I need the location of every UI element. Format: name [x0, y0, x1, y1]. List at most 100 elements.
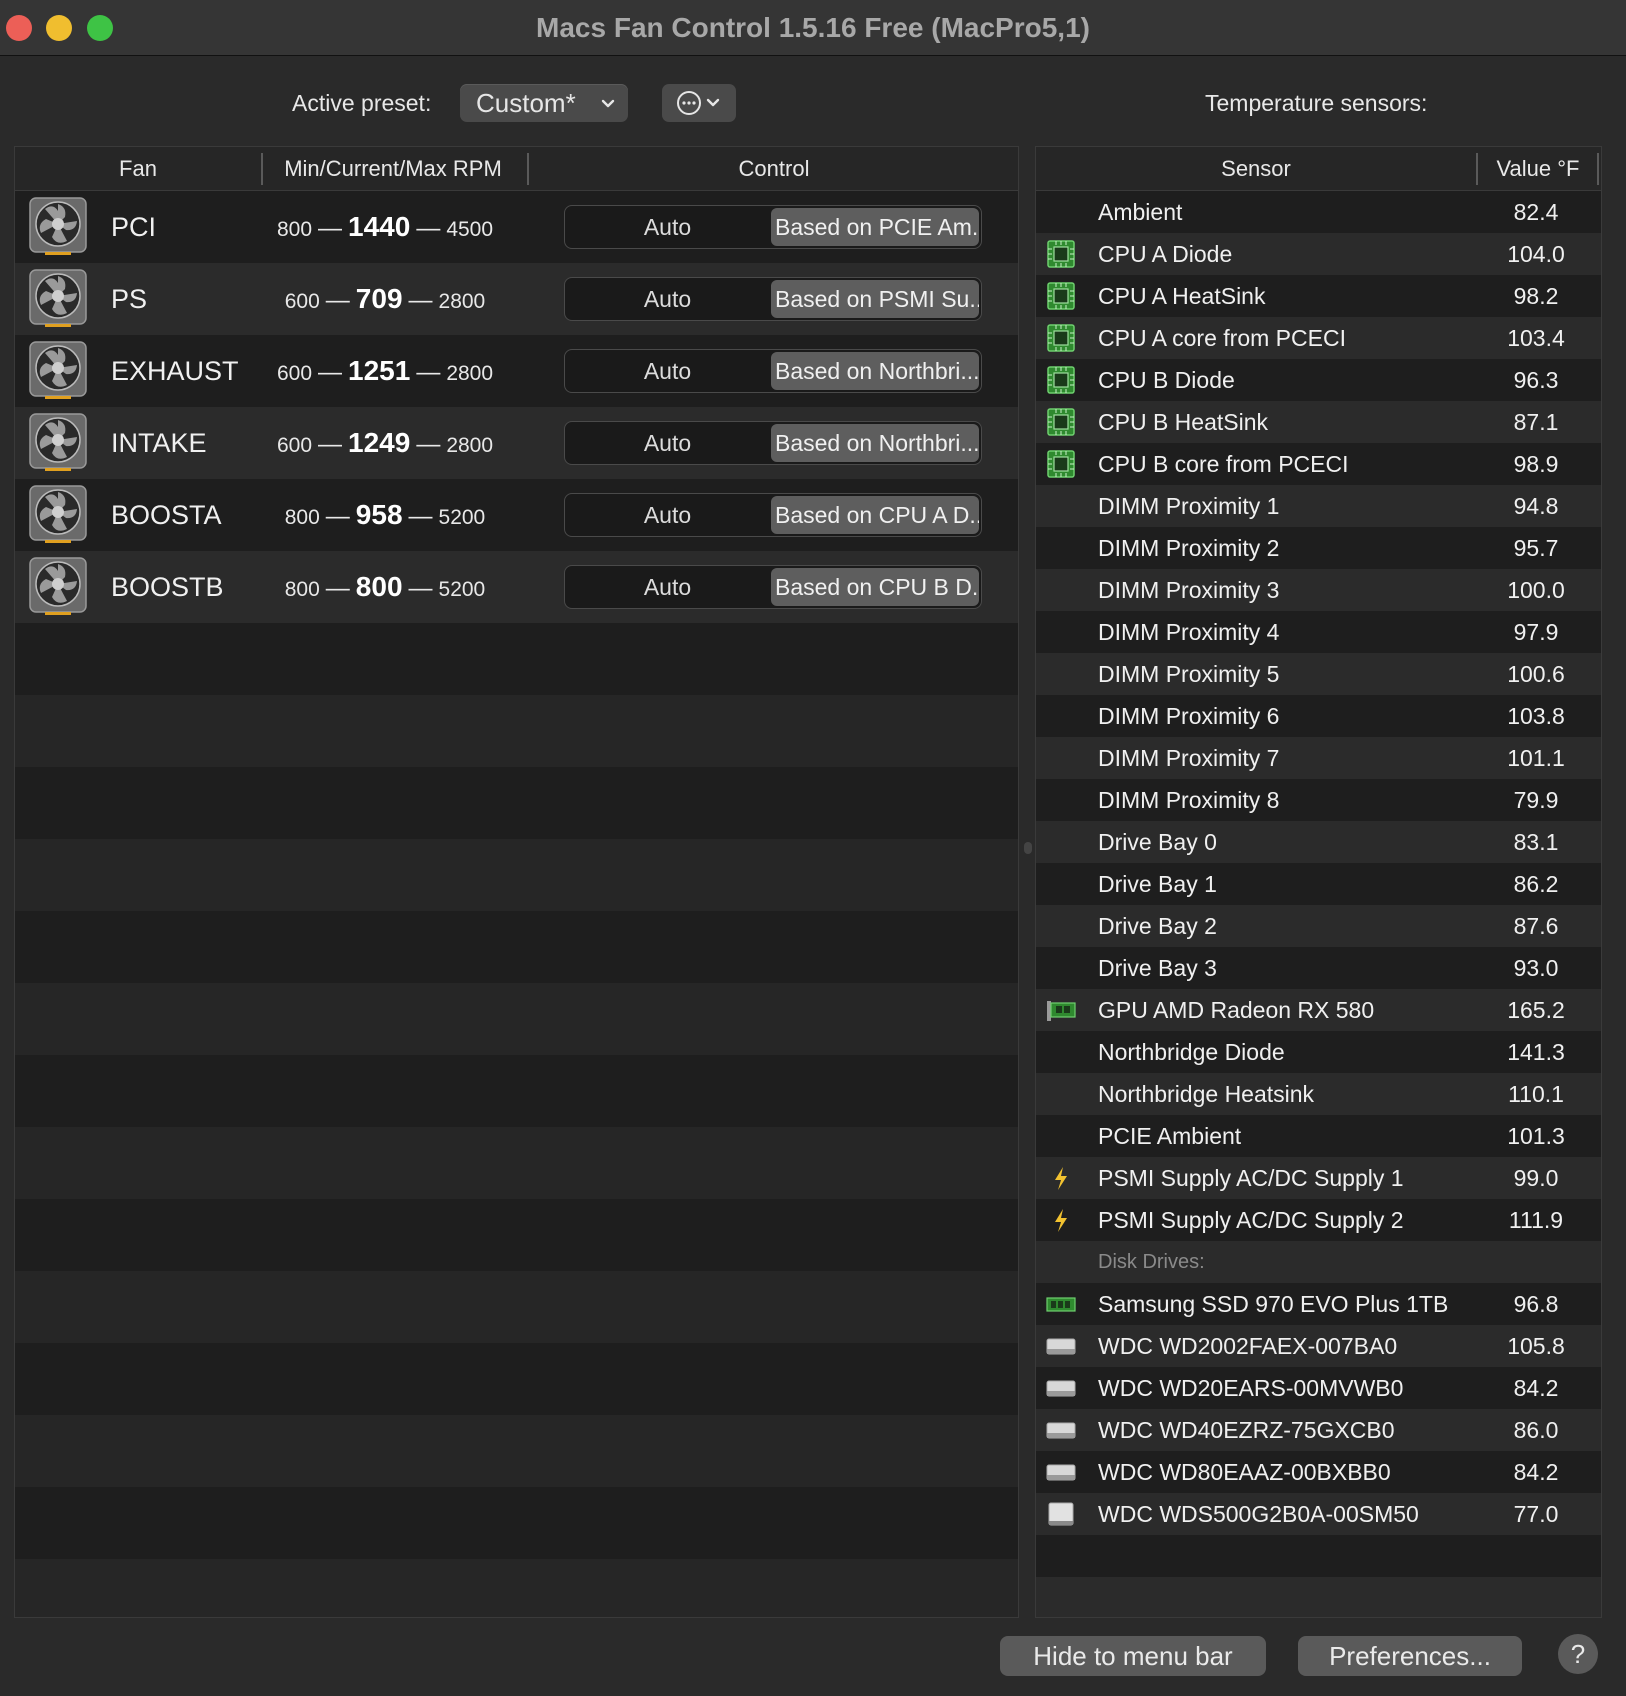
- empty-table-row: [1036, 1577, 1601, 1617]
- sensor-row[interactable]: Northbridge Diode 141.3: [1036, 1031, 1601, 1073]
- title-bar[interactable]: Macs Fan Control 1.5.16 Free (MacPro5,1): [0, 0, 1626, 56]
- sensor-table: Sensor Value °F Ambient 82.4 CPU A Diode 10…: [1035, 146, 1602, 1618]
- sensor-row[interactable]: WDC WD20EARS-00MVWB0 84.2: [1036, 1367, 1601, 1409]
- sensor-row[interactable]: PCIE Ambient 101.3: [1036, 1115, 1601, 1157]
- column-header-sensor[interactable]: Sensor: [1036, 147, 1476, 191]
- fan-name: EXHAUST: [111, 356, 239, 386]
- sensor-row[interactable]: CPU B Diode 96.3: [1036, 359, 1601, 401]
- hide-to-menu-bar-button[interactable]: Hide to menu bar: [1000, 1636, 1266, 1676]
- empty-table-row: [15, 1415, 1018, 1487]
- sensor-row[interactable]: GPU AMD Radeon RX 580 165.2: [1036, 989, 1601, 1031]
- split-view-handle[interactable]: [1024, 842, 1032, 854]
- rpm-separator: —: [325, 287, 350, 314]
- sensor-name: WDC WD40EZRZ-75GXCB0: [1098, 1417, 1395, 1443]
- sensor-name: Drive Bay 0: [1098, 829, 1217, 855]
- sensor-row[interactable]: WDC WDS500G2B0A-00SM50 77.0: [1036, 1493, 1601, 1535]
- empty-table-row: [15, 1055, 1018, 1127]
- custom-mode-button[interactable]: Based on PSMI Su...: [771, 280, 979, 318]
- column-header-value[interactable]: Value °F: [1478, 147, 1598, 191]
- sensor-row[interactable]: CPU B core from PCECI 98.9: [1036, 443, 1601, 485]
- hdd-icon: [1046, 1457, 1076, 1487]
- preset-actions-button[interactable]: [662, 84, 736, 122]
- fan-row[interactable]: BOOSTA 800—958—5200 Auto Based on CPU A D..…: [15, 479, 1018, 551]
- custom-mode-button[interactable]: Based on CPU A D...: [771, 496, 979, 534]
- empty-table-row: [15, 695, 1018, 767]
- sensor-row[interactable]: DIMM Proximity 6 103.8: [1036, 695, 1601, 737]
- fan-row[interactable]: INTAKE 600—1249—2800 Auto Based on Northbri…: [15, 407, 1018, 479]
- sensor-row[interactable]: PSMI Supply AC/DC Supply 1 99.0: [1036, 1157, 1601, 1199]
- preferences-button[interactable]: Preferences...: [1298, 1636, 1522, 1676]
- sensor-row[interactable]: DIMM Proximity 1 94.8: [1036, 485, 1601, 527]
- sensor-row[interactable]: DIMM Proximity 3 100.0: [1036, 569, 1601, 611]
- empty-table-row: [15, 1127, 1018, 1199]
- column-divider[interactable]: [1597, 153, 1599, 185]
- sensor-name: DIMM Proximity 4: [1098, 619, 1280, 645]
- column-header-rpm[interactable]: Min/Current/Max RPM: [263, 147, 523, 191]
- sensor-value: 111.9: [1508, 1207, 1564, 1233]
- rpm-separator: —: [318, 431, 343, 458]
- sensor-value: 96.8: [1513, 1291, 1559, 1317]
- sensor-name: Ambient: [1098, 199, 1183, 225]
- custom-mode-button[interactable]: Based on CPU B D...: [771, 568, 979, 606]
- fan-row[interactable]: EXHAUST 600—1251—2800 Auto Based on Northbr…: [15, 335, 1018, 407]
- auto-button[interactable]: Auto: [565, 278, 770, 320]
- sensor-name: WDC WD2002FAEX-007BA0: [1098, 1333, 1398, 1359]
- custom-mode-button[interactable]: Based on Northbri...: [771, 352, 979, 390]
- sensor-row[interactable]: Drive Bay 1 86.2: [1036, 863, 1601, 905]
- sensor-row[interactable]: DIMM Proximity 7 101.1: [1036, 737, 1601, 779]
- rpm-readout: 800—800—5200: [255, 551, 515, 623]
- sensor-name: DIMM Proximity 8: [1098, 787, 1280, 813]
- sensor-row[interactable]: CPU A Diode 104.0: [1036, 233, 1601, 275]
- fan-control-segmented: Auto Based on PSMI Su...: [564, 277, 982, 321]
- auto-button[interactable]: Auto: [565, 422, 770, 464]
- sensor-row[interactable]: Samsung SSD 970 EVO Plus 1TB 96.8: [1036, 1283, 1601, 1325]
- sensor-row[interactable]: PSMI Supply AC/DC Supply 2 111.9: [1036, 1199, 1601, 1241]
- sensor-row[interactable]: CPU A HeatSink 98.2: [1036, 275, 1601, 317]
- custom-mode-button[interactable]: Based on Northbri...: [771, 424, 979, 462]
- fan-row[interactable]: PS 600—709—2800 Auto Based on PSMI Su...: [15, 263, 1018, 335]
- sensor-name: GPU AMD Radeon RX 580: [1098, 997, 1375, 1023]
- hdd-icon: [1046, 1415, 1076, 1445]
- preset-dropdown[interactable]: Custom*: [460, 84, 628, 122]
- column-header-fan[interactable]: Fan: [15, 147, 261, 191]
- auto-button[interactable]: Auto: [565, 494, 770, 536]
- auto-button[interactable]: Auto: [565, 206, 770, 248]
- rpm-separator: —: [408, 503, 433, 530]
- fan-row[interactable]: BOOSTB 800—800—5200 Auto Based on CPU B D..…: [15, 551, 1018, 623]
- sensor-row[interactable]: Drive Bay 0 83.1: [1036, 821, 1601, 863]
- sensor-row[interactable]: CPU B HeatSink 87.1: [1036, 401, 1601, 443]
- sensor-row[interactable]: CPU A core from PCECI 103.4: [1036, 317, 1601, 359]
- sensor-row[interactable]: WDC WD40EZRZ-75GXCB0 86.0: [1036, 1409, 1601, 1451]
- auto-button[interactable]: Auto: [565, 350, 770, 392]
- sensor-row[interactable]: DIMM Proximity 2 95.7: [1036, 527, 1601, 569]
- window-title: Macs Fan Control 1.5.16 Free (MacPro5,1): [536, 12, 1090, 43]
- sensor-row[interactable]: Ambient 82.4: [1036, 191, 1601, 233]
- sensor-row[interactable]: DIMM Proximity 5 100.6: [1036, 653, 1601, 695]
- sensor-name: Drive Bay 2: [1098, 913, 1217, 939]
- sensor-row[interactable]: Drive Bay 3 93.0: [1036, 947, 1601, 989]
- fan-name: BOOSTA: [111, 500, 222, 530]
- sensor-value: 98.2: [1513, 283, 1559, 309]
- column-header-control[interactable]: Control: [529, 147, 1018, 191]
- custom-mode-button[interactable]: Based on PCIE Am...: [771, 208, 979, 246]
- sensor-row[interactable]: Drive Bay 2 87.6: [1036, 905, 1601, 947]
- disk-drives-group-label: Disk Drives:: [1098, 1251, 1205, 1273]
- rpm-min: 600: [276, 362, 313, 385]
- sensor-row[interactable]: DIMM Proximity 8 79.9: [1036, 779, 1601, 821]
- sensor-value: 100.6: [1507, 661, 1565, 687]
- rpm-readout: 600—1251—2800: [255, 335, 515, 407]
- sensor-row[interactable]: WDC WD80EAAZ-00BXBB0 84.2: [1036, 1451, 1601, 1493]
- sensor-row[interactable]: WDC WD2002FAEX-007BA0 105.8: [1036, 1325, 1601, 1367]
- help-button[interactable]: ?: [1558, 1634, 1598, 1674]
- auto-button[interactable]: Auto: [565, 566, 770, 608]
- empty-table-row: [15, 1343, 1018, 1415]
- fan-name: INTAKE: [111, 428, 207, 458]
- sensor-value: 84.2: [1513, 1459, 1559, 1485]
- sensor-row[interactable]: Northbridge Heatsink 110.1: [1036, 1073, 1601, 1115]
- fan-row[interactable]: PCI 800—1440—4500 Auto Based on PCIE Am...: [15, 191, 1018, 263]
- rpm-separator: —: [416, 359, 441, 386]
- sensor-value: 101.3: [1507, 1123, 1565, 1149]
- sensor-row[interactable]: DIMM Proximity 4 97.9: [1036, 611, 1601, 653]
- sensor-value: 77.0: [1513, 1501, 1559, 1527]
- sensor-name: DIMM Proximity 6: [1098, 703, 1280, 729]
